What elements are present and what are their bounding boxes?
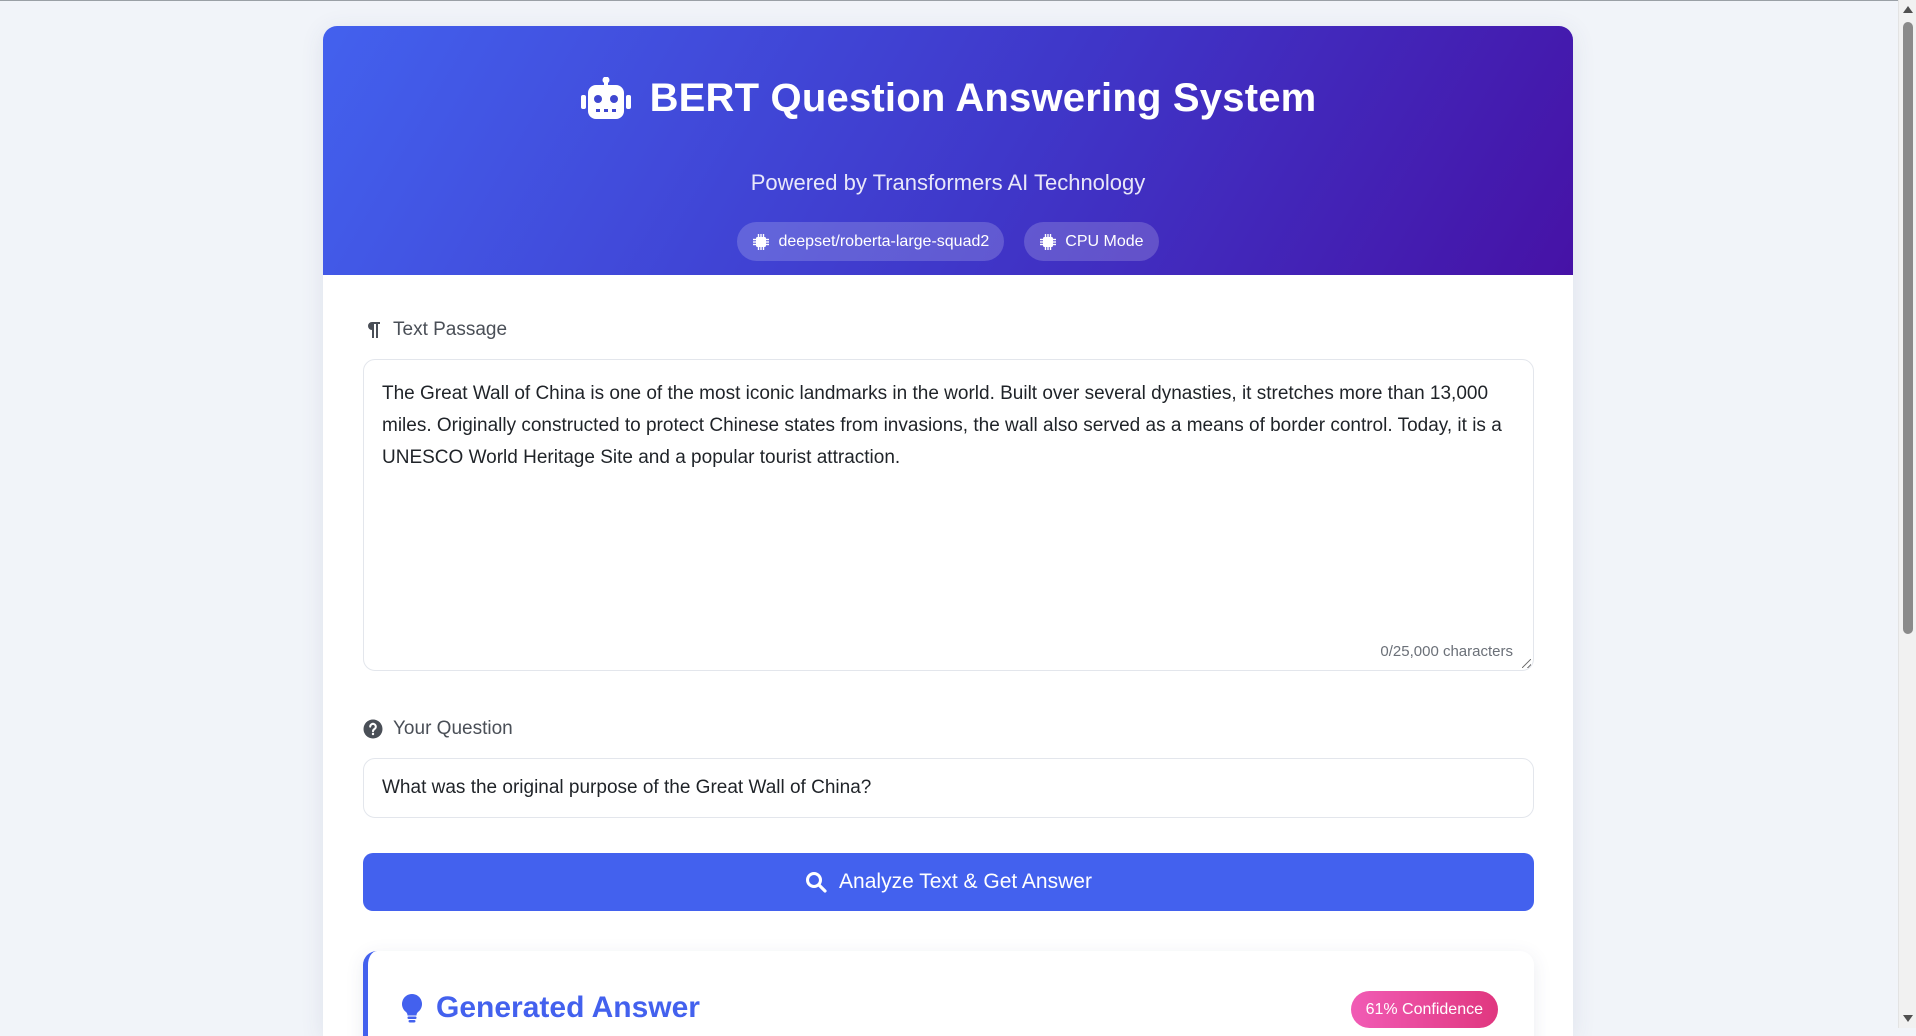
- question-label-text: Your Question: [393, 718, 513, 739]
- lightbulb-icon: [402, 994, 422, 1023]
- scrollbar-thumb[interactable]: [1903, 22, 1913, 634]
- passage-label-text: Text Passage: [393, 319, 508, 340]
- question-label: Your Question: [363, 718, 513, 740]
- answer-title: Generated Answer: [436, 991, 700, 1024]
- device-badge-label: CPU Mode: [1065, 232, 1144, 250]
- scroll-up-arrow-icon[interactable]: [1903, 6, 1913, 13]
- window-top-border: [0, 0, 1898, 1]
- passage-label: Text Passage: [363, 319, 507, 341]
- answer-card: Generated Answer 61% Confidence: [363, 951, 1534, 1036]
- answer-title-row: Generated Answer: [400, 991, 700, 1025]
- model-badge-label: deepset/roberta-large-squad2: [778, 232, 990, 250]
- search-icon: [806, 872, 827, 893]
- chip-icon: [753, 233, 770, 250]
- question-input[interactable]: What was the original purpose of the Gre…: [363, 758, 1534, 818]
- model-badge: deepset/roberta-large-squad2: [737, 222, 1005, 261]
- paragraph-icon: [368, 322, 380, 338]
- robot-icon: [580, 76, 631, 119]
- confidence-badge: 61% Confidence: [1350, 991, 1498, 1028]
- app-card: BERT Question Answering System Powered b…: [323, 26, 1573, 1036]
- page-title: BERT Question Answering System: [649, 76, 1317, 120]
- analyze-button[interactable]: Analyze Text & Get Answer: [363, 853, 1534, 911]
- passage-text[interactable]: The Great Wall of China is one of the mo…: [382, 378, 1515, 474]
- header-banner: BERT Question Answering System Powered b…: [323, 26, 1573, 275]
- scroll-down-arrow-icon[interactable]: [1903, 1015, 1913, 1022]
- question-input-value[interactable]: What was the original purpose of the Gre…: [382, 777, 871, 799]
- question-circle-icon: [363, 719, 383, 739]
- page-subtitle: Powered by Transformers AI Technology: [750, 170, 1146, 195]
- analyze-button-label: Analyze Text & Get Answer: [839, 870, 1092, 893]
- chip-icon: [1040, 233, 1057, 250]
- passage-textarea[interactable]: The Great Wall of China is one of the mo…: [363, 359, 1534, 671]
- model-badges: deepset/roberta-large-squad2 CPU Mode: [323, 222, 1573, 261]
- resize-handle[interactable]: [1522, 659, 1531, 668]
- title-row: BERT Question Answering System: [323, 76, 1573, 121]
- device-badge: CPU Mode: [1024, 222, 1159, 261]
- page-scrollbar[interactable]: [1898, 0, 1916, 1028]
- character-counter: 0/25,000 characters: [1380, 643, 1513, 660]
